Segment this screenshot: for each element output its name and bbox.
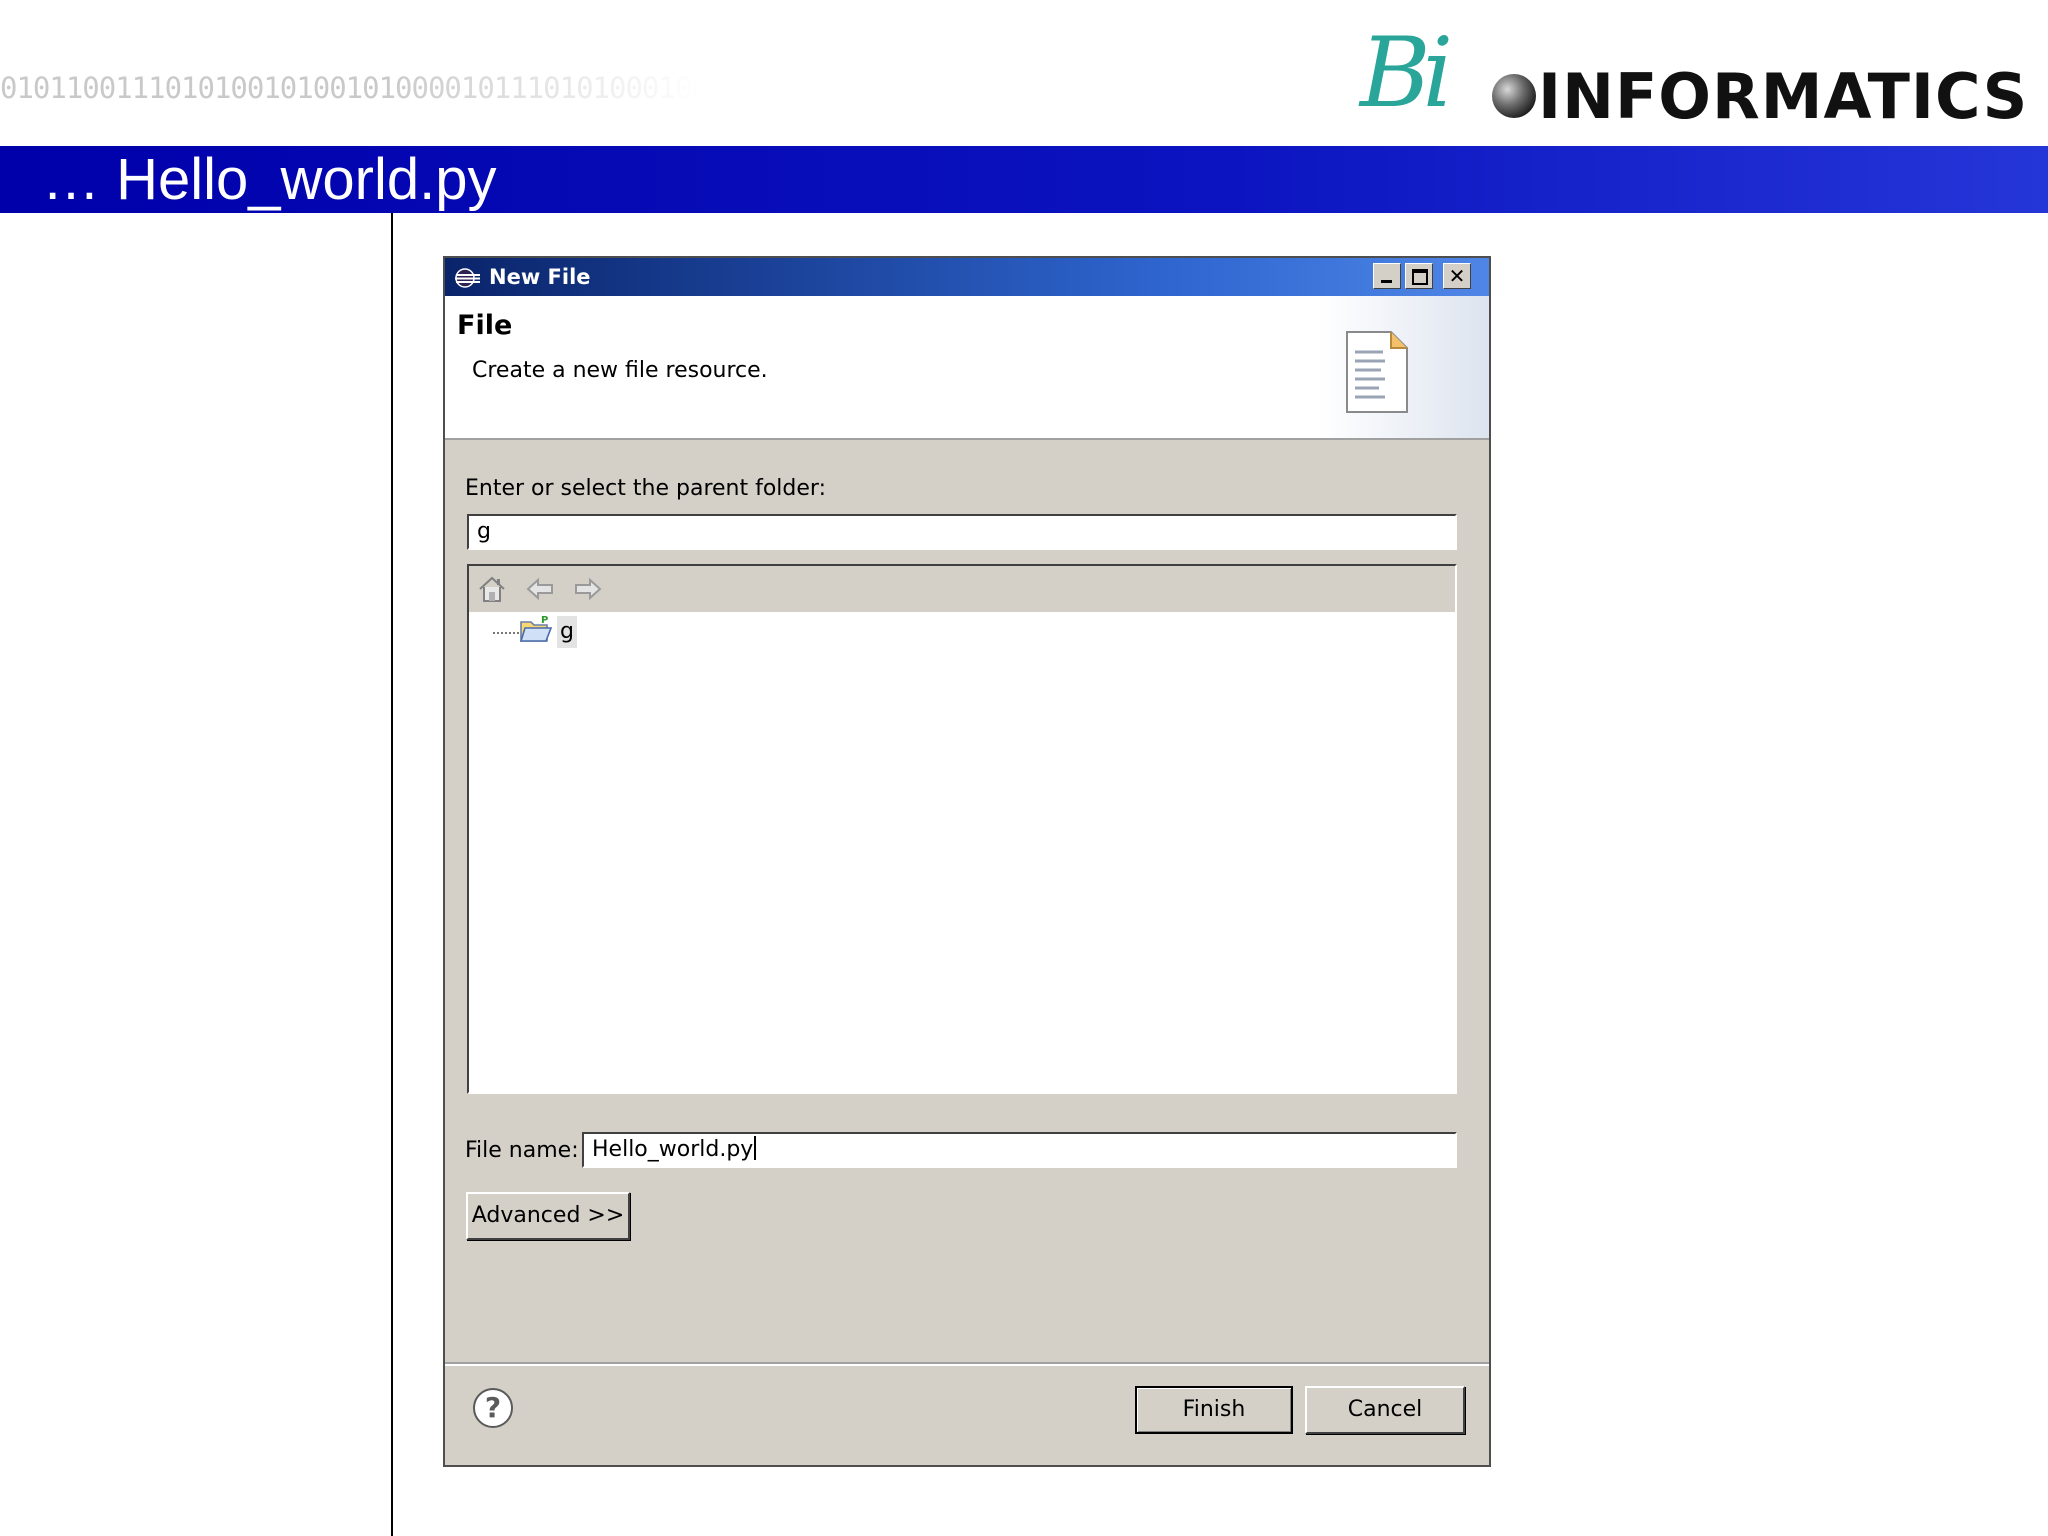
- file-name-label: File name:: [465, 1138, 579, 1163]
- wizard-title: File: [457, 310, 513, 341]
- slide-title-bar: … Hello_world.py: [0, 146, 2048, 213]
- tree-connector: [493, 632, 519, 634]
- maximize-button[interactable]: [1405, 263, 1433, 289]
- tree-toolbar: [469, 566, 1455, 612]
- minimize-button[interactable]: [1373, 263, 1401, 289]
- back-arrow-icon[interactable]: [525, 575, 555, 603]
- footer-separator: [445, 1362, 1489, 1366]
- wizard-description: Create a new file resource.: [472, 358, 768, 383]
- project-folder-icon: P: [519, 615, 553, 642]
- window-title-bar[interactable]: New File ✕: [445, 258, 1489, 296]
- logo-sphere-icon: [1492, 74, 1536, 118]
- wizard-banner: File Create a new file resource.: [445, 296, 1489, 440]
- parent-folder-input[interactable]: g: [467, 514, 1457, 550]
- tree-item-g[interactable]: g: [557, 616, 577, 648]
- logo-script-text: Bi: [1360, 17, 1453, 129]
- slide-vertical-rule: [391, 213, 393, 1536]
- new-file-icon: [1346, 331, 1408, 413]
- close-button[interactable]: ✕: [1443, 263, 1471, 289]
- parent-folder-label: Enter or select the parent folder:: [465, 476, 826, 501]
- logo-word-text: INFORMATICS: [1538, 60, 2029, 133]
- help-icon[interactable]: ?: [473, 1388, 513, 1428]
- home-icon[interactable]: [477, 575, 507, 603]
- forward-arrow-icon[interactable]: [573, 575, 603, 603]
- cancel-button[interactable]: Cancel: [1305, 1386, 1465, 1434]
- finish-button[interactable]: Finish: [1135, 1386, 1293, 1434]
- binary-line: 0101100111010100101001010000101110101000…: [0, 71, 700, 105]
- text-caret: [754, 1136, 757, 1160]
- svg-text:P: P: [541, 615, 548, 626]
- slide-title: … Hello_world.py: [42, 147, 497, 212]
- file-name-value: Hello_world.py: [592, 1137, 754, 1162]
- eclipse-icon: [455, 268, 480, 288]
- advanced-button[interactable]: Advanced >>: [466, 1192, 630, 1240]
- window-title: New File: [489, 265, 591, 289]
- file-name-input[interactable]: Hello_world.py: [582, 1132, 1457, 1168]
- folder-tree[interactable]: P g: [467, 564, 1457, 1094]
- binary-decoration: 0101100111010100101001010000101110101000…: [0, 6, 700, 138]
- new-file-dialog: New File ✕ File Create a new file resour…: [443, 256, 1491, 1467]
